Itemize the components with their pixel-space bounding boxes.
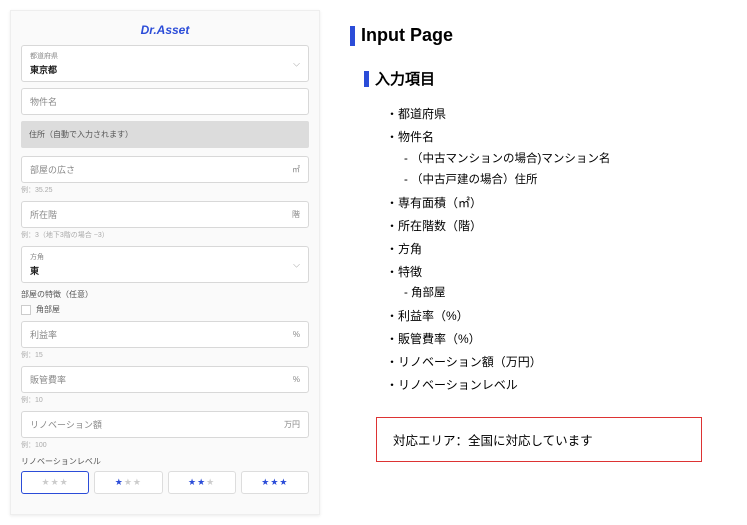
section-title-row: 入力項目 — [364, 68, 712, 89]
list-item: 専有面積（㎡） — [386, 192, 712, 215]
list-item: 利益率（%） — [386, 305, 712, 328]
reno-level-label: リノベーションレベル — [21, 456, 309, 467]
corner-room-checkbox[interactable]: 角部屋 — [21, 304, 309, 315]
list-item: 所在階数（階） — [386, 215, 712, 238]
reno-level-group: ★★★ ★★★ ★★★ ★★★ — [21, 471, 309, 494]
page-title-row: Input Page — [350, 25, 712, 46]
input-items-list: 都道府県 物件名 （中古マンションの場合)マンション名 （中古戸建の場合）住所 … — [386, 103, 712, 397]
list-sub-item: （中古マンションの場合)マンション名 — [404, 149, 712, 171]
page-title: Input Page — [361, 25, 453, 46]
app-logo: Dr.Asset — [21, 19, 309, 45]
list-item: 特徴 角部屋 — [386, 261, 712, 306]
form: 都道府県 東京都 ⌵ 物件名 住所（自動で入力されます） 部屋の広さ ㎡ 例：3… — [21, 45, 309, 506]
list-item: リノベーションレベル — [386, 374, 712, 397]
profit-rate-input[interactable]: 利益率 % — [21, 321, 309, 348]
app-screenshot: Dr.Asset 都道府県 東京都 ⌵ 物件名 住所（自動で入力されます） 部屋… — [10, 10, 320, 515]
list-sub-item: 角部屋 — [404, 283, 712, 305]
list-item: 物件名 （中古マンションの場合)マンション名 （中古戸建の場合）住所 — [386, 126, 712, 192]
direction-select[interactable]: 方角 東 ⌵ — [21, 246, 309, 283]
mgmt-rate-input[interactable]: 販管費率 % — [21, 366, 309, 393]
accent-bar-icon — [364, 71, 369, 87]
renovation-input[interactable]: リノベーション額 万円 — [21, 411, 309, 438]
reno-level-1[interactable]: ★★★ — [94, 471, 162, 494]
prefecture-label: 都道府県 — [30, 51, 58, 61]
reno-level-3[interactable]: ★★★ — [241, 471, 309, 494]
area-input[interactable]: 部屋の広さ ㎡ — [21, 156, 309, 183]
description-panel: Input Page 入力項目 都道府県 物件名 （中古マンションの場合)マンシ… — [320, 10, 737, 515]
list-item: 都道府県 — [386, 103, 712, 126]
features-label: 部屋の特徴（任意） — [21, 289, 309, 300]
chevron-down-icon: ⌵ — [293, 58, 300, 69]
prefecture-value: 東京都 — [30, 63, 57, 76]
list-item: リノベーション額（万円） — [386, 351, 712, 374]
area-hint: 例：35.25 — [21, 185, 309, 195]
prefecture-select[interactable]: 都道府県 東京都 ⌵ — [21, 45, 309, 82]
property-name-input[interactable]: 物件名 — [21, 88, 309, 115]
chevron-down-icon: ⌵ — [293, 259, 300, 270]
reno-level-2[interactable]: ★★★ — [168, 471, 236, 494]
list-item: 方角 — [386, 238, 712, 261]
floor-input[interactable]: 所在階 階 — [21, 201, 309, 228]
list-item: 販管費率（%） — [386, 328, 712, 351]
address-autofill-block: 住所（自動で入力されます） — [21, 121, 309, 148]
checkbox-icon — [21, 305, 31, 315]
list-sub-item: （中古戸建の場合）住所 — [404, 170, 712, 192]
property-name-placeholder: 物件名 — [30, 95, 57, 108]
floor-hint: 例：3（地下3階の場合 −3） — [21, 230, 309, 240]
reno-level-0[interactable]: ★★★ — [21, 471, 89, 494]
section-title: 入力項目 — [375, 68, 435, 89]
accent-bar-icon — [350, 26, 355, 46]
coverage-callout: 対応エリア：全国に対応しています — [376, 417, 702, 462]
